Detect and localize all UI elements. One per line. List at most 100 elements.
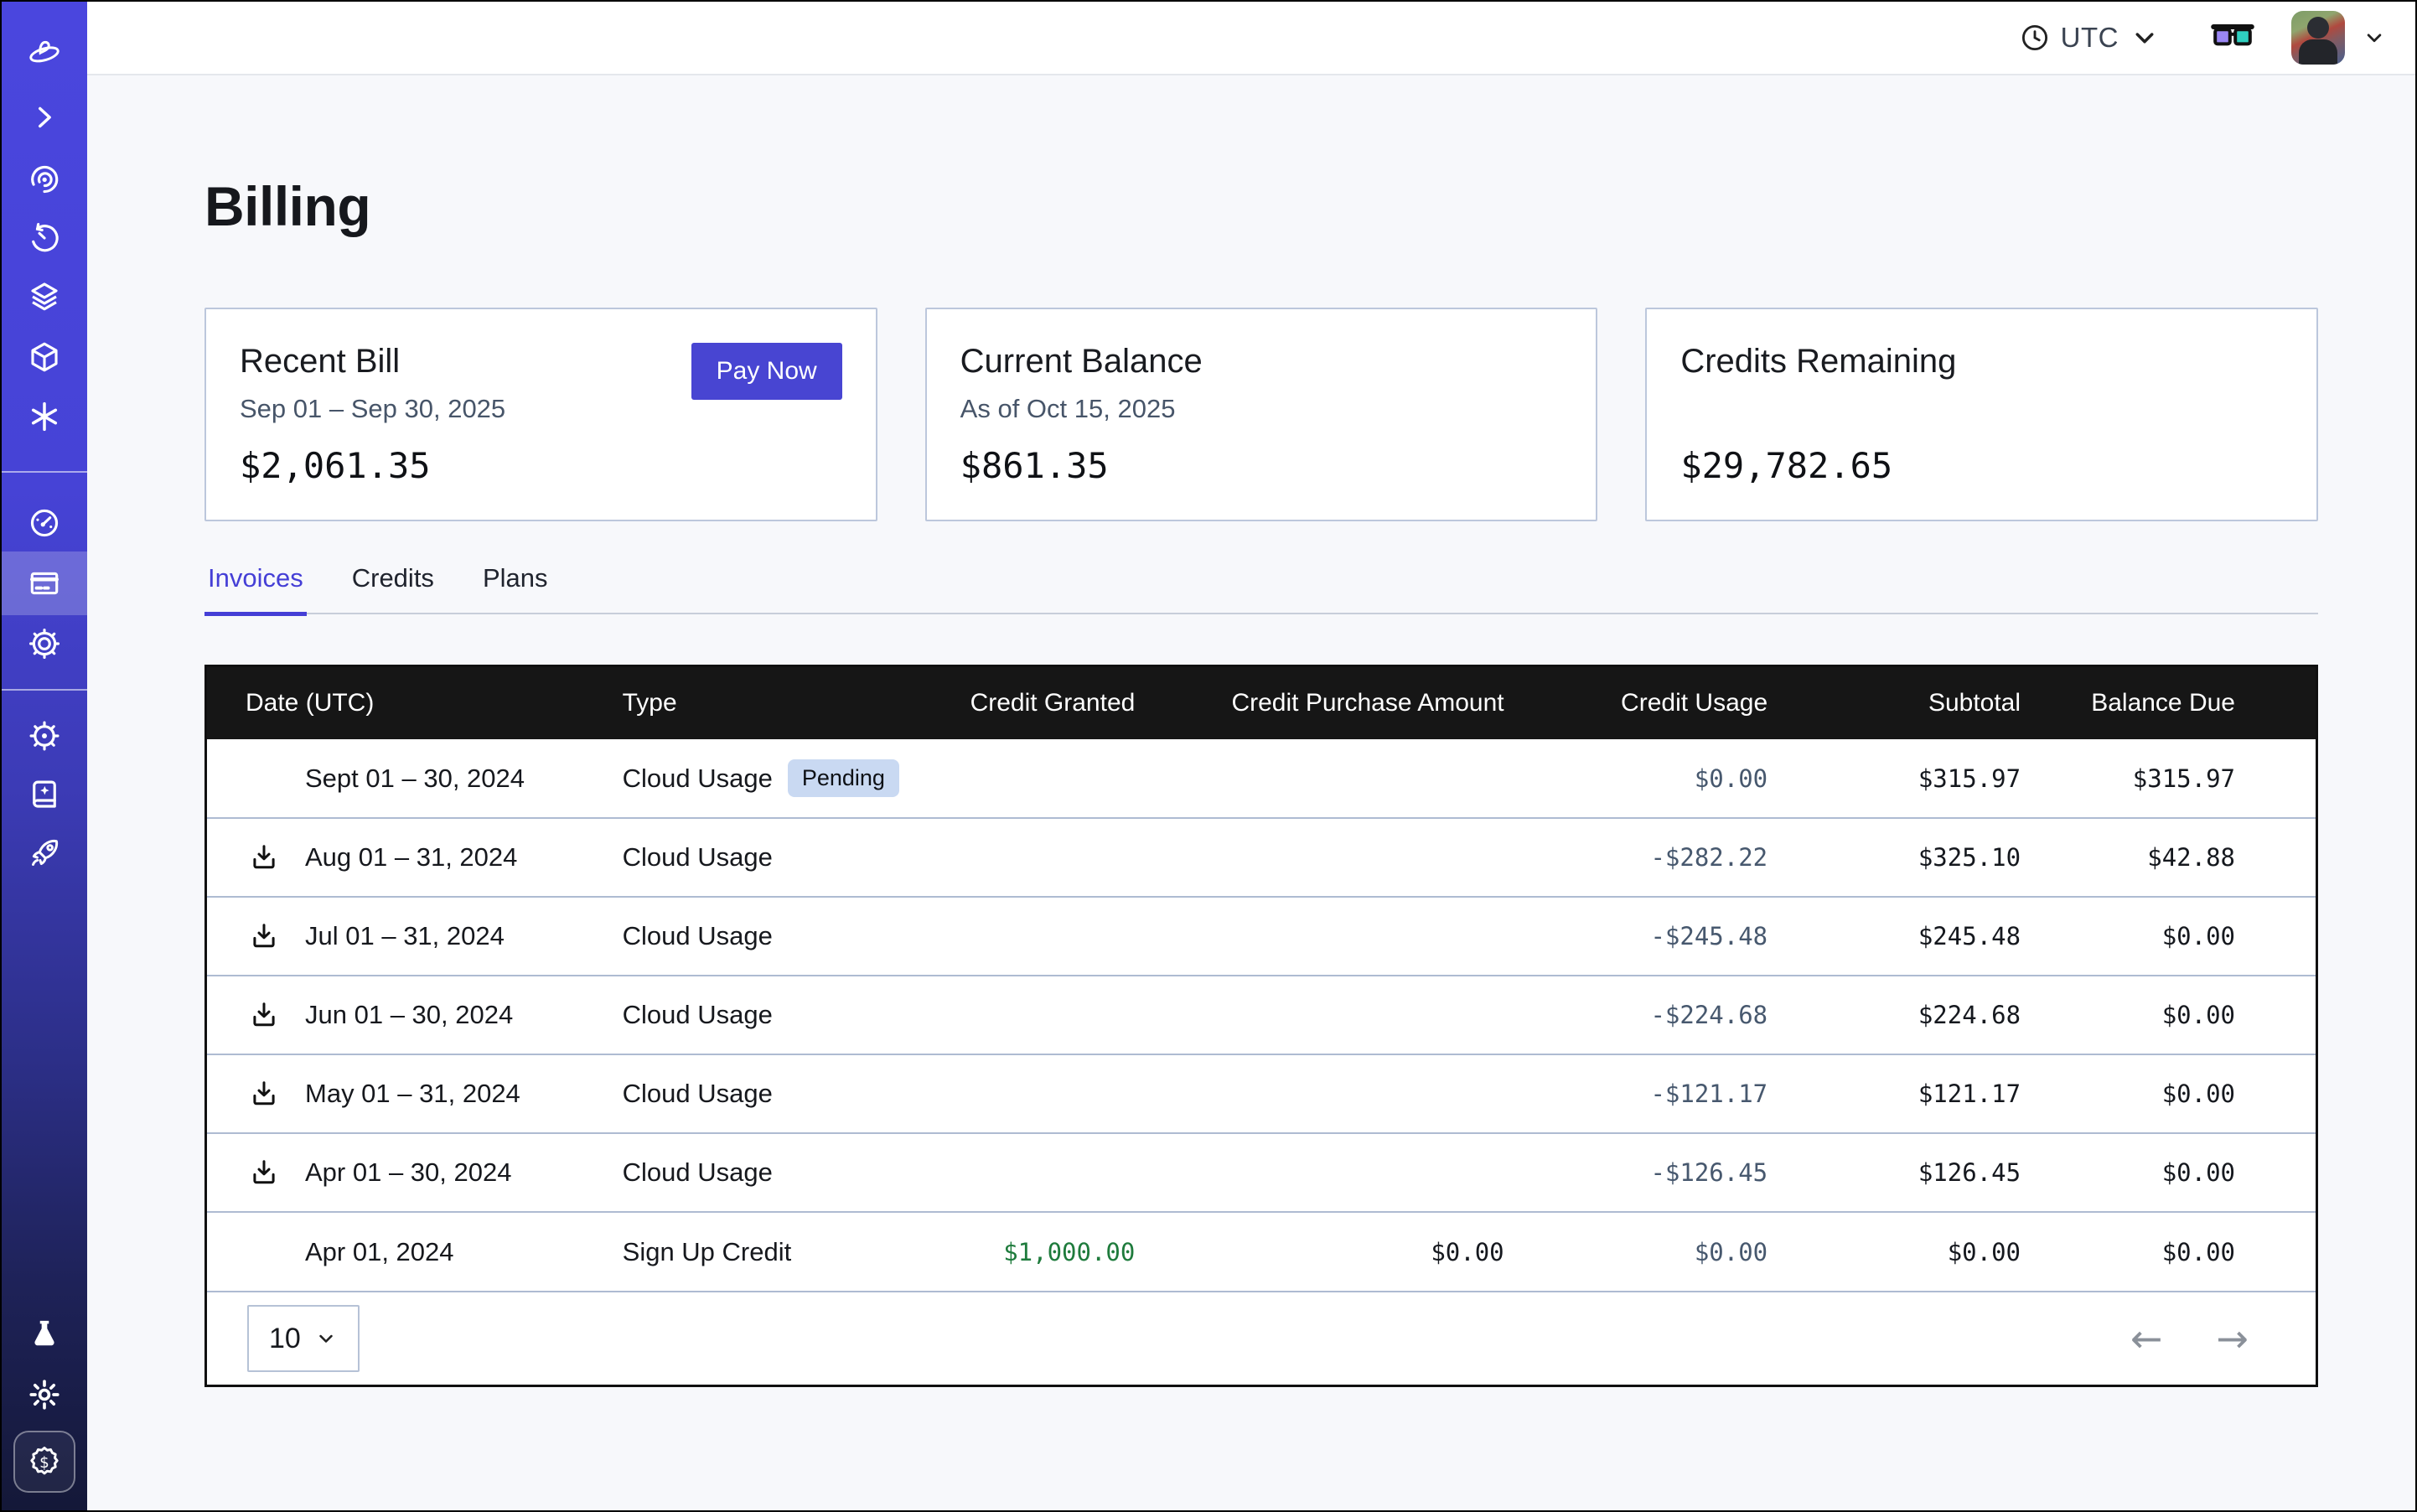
sidebar-item-getting-started[interactable] — [2, 821, 87, 885]
avatar[interactable] — [2291, 11, 2345, 65]
table-footer: 10 ← → — [207, 1291, 2316, 1385]
sidebar-item-settings[interactable] — [2, 612, 87, 676]
subtotal-value: $245.48 — [1809, 897, 2062, 976]
invoice-type-cell: Cloud Usage — [623, 976, 966, 1054]
prev-page-arrow-left-icon[interactable]: ← — [2130, 1319, 2163, 1358]
chevron-right-icon — [27, 100, 62, 135]
sidebar-item-sandbox[interactable] — [2, 325, 87, 389]
gauge-icon — [27, 505, 62, 541]
cube-icon — [27, 339, 62, 375]
layers-icon — [27, 279, 62, 314]
table-row: Jun 01 – 30, 2024Cloud Usage-$224.68$224… — [207, 976, 2316, 1054]
credit-usage-value: -$121.17 — [1546, 1054, 1810, 1133]
sidebar: $ — [2, 2, 87, 1510]
main-content: Billing Recent Bill Sep 01 – Sep 30, 202… — [87, 77, 2415, 1510]
invoice-type: Cloud Usage — [623, 1079, 773, 1108]
next-page-arrow-right-icon[interactable]: → — [2216, 1319, 2249, 1358]
col-date: Date (UTC) — [207, 667, 623, 739]
tab-invoices[interactable]: Invoices — [204, 563, 307, 616]
credit-purchase-amount-value — [1177, 1054, 1545, 1133]
invoice-type: Cloud Usage — [623, 842, 773, 872]
status-badge: Pending — [788, 759, 899, 797]
invoice-date: Apr 01, 2024 — [305, 1237, 454, 1266]
glasses-icon[interactable] — [2211, 21, 2254, 54]
invoice-date: Apr 01 – 30, 2024 — [305, 1157, 511, 1187]
download-icon[interactable] — [249, 1000, 279, 1030]
invoice-date-cell: Apr 01, 2024 — [207, 1212, 623, 1291]
download-icon[interactable] — [249, 1079, 279, 1109]
col-credit-granted: Credit Granted — [966, 667, 1177, 739]
sidebar-item-labs[interactable] — [2, 1302, 87, 1366]
sidebar-item-services[interactable] — [2, 385, 87, 448]
credit-purchase-amount-value — [1177, 739, 1545, 818]
balance-due-value: $0.00 — [2062, 1212, 2316, 1291]
col-credit-purchase-amount: Credit Purchase Amount — [1177, 667, 1545, 739]
credit-usage-value: -$126.45 — [1546, 1133, 1810, 1212]
recent-bill-amount: $2,061.35 — [240, 445, 842, 486]
invoice-type: Cloud Usage — [623, 1157, 773, 1187]
topbar: UTC — [87, 2, 2415, 75]
clock-icon — [2019, 22, 2051, 54]
tab-credits[interactable]: Credits — [349, 563, 437, 614]
sidebar-item-layers[interactable] — [2, 265, 87, 329]
download-icon[interactable] — [249, 842, 279, 873]
sidebar-item-expand[interactable] — [2, 85, 87, 149]
sidebar-item-billing[interactable] — [2, 551, 87, 615]
invoice-type: Sign Up Credit — [623, 1237, 792, 1266]
timer-icon — [27, 220, 62, 256]
credits-remaining-amount: $29,782.65 — [1680, 445, 2283, 486]
tab-plans[interactable]: Plans — [479, 563, 551, 614]
card-title: Credits Remaining — [1680, 343, 2283, 381]
credit-usage-value: -$282.22 — [1546, 818, 1810, 897]
invoice-date-cell: Jul 01 – 31, 2024 — [207, 897, 623, 976]
ship-wheel-icon — [27, 718, 62, 753]
credit-purchase-amount-value: $0.00 — [1177, 1212, 1545, 1291]
subtotal-value: $315.97 — [1809, 739, 2062, 818]
credit-purchase-amount-value — [1177, 976, 1545, 1054]
invoice-type-cell: Cloud Usage — [623, 1133, 966, 1212]
chevron-down-icon — [314, 1327, 338, 1350]
sidebar-item-theme[interactable] — [2, 1363, 87, 1427]
billing-tabs: Invoices Credits Plans — [204, 563, 2318, 615]
invoice-date: Jun 01 – 30, 2024 — [305, 1000, 513, 1029]
timezone-selector[interactable]: UTC — [2019, 22, 2161, 54]
balance-due-value: $0.00 — [2062, 897, 2316, 976]
credit-granted-value: $1,000.00 — [966, 1212, 1177, 1291]
download-icon[interactable] — [249, 1157, 279, 1188]
col-credit-usage: Credit Usage — [1546, 667, 1810, 739]
user-menu-chevron-down-icon[interactable] — [2362, 25, 2387, 50]
timezone-label: UTC — [2061, 22, 2119, 54]
subtotal-value: $121.17 — [1809, 1054, 2062, 1133]
invoice-date: Sept 01 – 30, 2024 — [305, 764, 525, 793]
download-icon[interactable] — [249, 921, 279, 951]
invoice-type: Cloud Usage — [623, 1000, 773, 1029]
invoice-type: Cloud Usage — [623, 764, 773, 793]
sidebar-item-helm[interactable] — [2, 704, 87, 768]
billing-card-icon — [27, 566, 62, 601]
credit-granted-value — [966, 1054, 1177, 1133]
pay-now-button[interactable]: Pay Now — [691, 343, 842, 400]
sidebar-item-docs[interactable] — [2, 763, 87, 826]
sidebar-item-dashboard[interactable] — [2, 491, 87, 555]
subtotal-value: $126.45 — [1809, 1133, 2062, 1212]
invoice-type: Cloud Usage — [623, 921, 773, 950]
table-row: Jul 01 – 31, 2024Cloud Usage-$245.48$245… — [207, 897, 2316, 976]
credits-remaining-card: Credits Remaining $29,782.65 — [1645, 308, 2318, 521]
sidebar-divider — [2, 689, 87, 691]
current-balance-card: Current Balance As of Oct 15, 2025 $861.… — [925, 308, 1598, 521]
table-header-row: Date (UTC) Type Credit Granted Credit Pu… — [207, 667, 2316, 739]
invoice-date-cell: May 01 – 31, 2024 — [207, 1054, 623, 1133]
flask-icon — [27, 1317, 62, 1352]
card-title: Current Balance — [960, 343, 1563, 381]
sidebar-logo[interactable] — [2, 22, 87, 85]
table-row: Apr 01 – 30, 2024 Cloud Usage -$126.45$126… — [207, 1133, 2316, 1212]
invoice-type-cell: Sign Up Credit — [623, 1212, 966, 1291]
sidebar-item-sessions[interactable] — [2, 206, 87, 270]
page-size-select[interactable]: 10 — [247, 1305, 360, 1372]
sidebar-item-observe[interactable] — [2, 148, 87, 211]
invoice-date-cell: Apr 01 – 30, 2024 — [207, 1133, 623, 1212]
sidebar-item-credits[interactable]: $ — [13, 1431, 75, 1493]
sun-icon — [27, 1377, 62, 1412]
invoice-type-cell: Cloud Usage — [623, 897, 966, 976]
subtotal-value: $325.10 — [1809, 818, 2062, 897]
